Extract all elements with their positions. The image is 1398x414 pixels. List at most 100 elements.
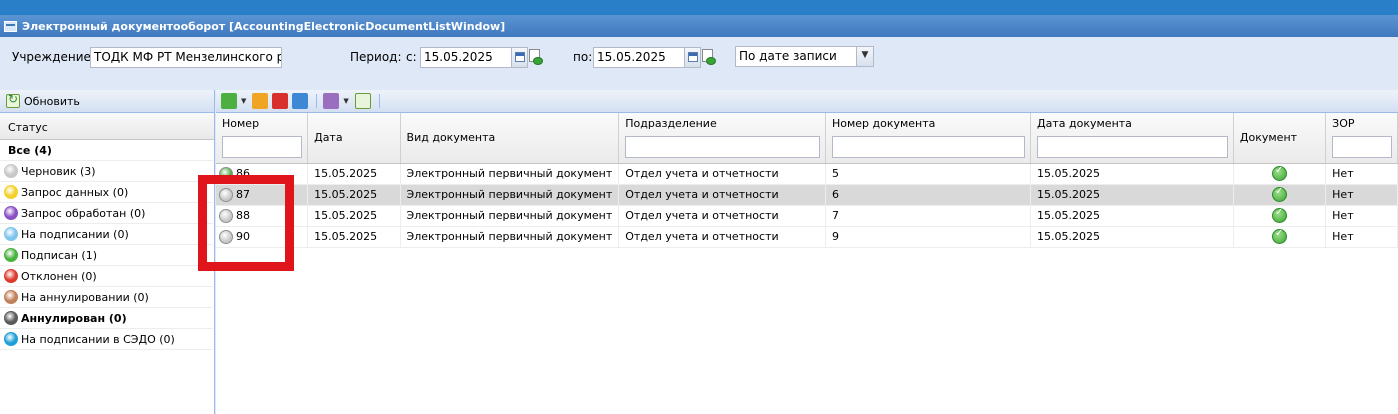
signing-lightblue-icon	[4, 227, 18, 241]
date-from-calendar-button[interactable]	[511, 47, 528, 68]
column-doc-type[interactable]: Вид документа	[400, 113, 620, 164]
column-number[interactable]: Номер	[216, 113, 309, 164]
institution-field[interactable]: ТОДК МФ РТ Мензелинского район	[90, 47, 282, 68]
cell-document	[1233, 205, 1327, 227]
status-list: Черновик (3) Запрос данных (0) Запрос обра…	[0, 161, 214, 350]
edit-icon[interactable]	[252, 93, 269, 109]
table-header-row: Номер Дата Вид документа Подразделение Н…	[216, 113, 1398, 164]
status-item-label: На подписании в СЭДО (0)	[21, 332, 175, 346]
window-icon	[4, 20, 17, 32]
status-item[interactable]: Черновик (3)	[0, 161, 213, 182]
status-item[interactable]: На подписании в СЭДО (0)	[0, 329, 213, 350]
document-check-icon[interactable]	[1272, 186, 1288, 202]
grid-toolbar: ▼ ▼	[216, 90, 1398, 113]
status-panel: Обновить Статус Все (4) Черновик (3) Запр…	[0, 90, 215, 414]
status-item[interactable]: На подписании (0)	[0, 224, 213, 245]
department-filter-input[interactable]	[625, 136, 820, 158]
status-item-label: Отклонен (0)	[21, 269, 97, 283]
status-item-label: Подписан (1)	[21, 248, 98, 262]
document-check-icon[interactable]	[1272, 207, 1288, 223]
signed-green-icon	[4, 248, 18, 262]
request-yellow-icon	[4, 185, 18, 199]
status-item[interactable]: Запрос обработан (0)	[0, 203, 213, 224]
settings-dropdown-icon[interactable]: ▼	[343, 97, 348, 105]
date-from-field[interactable]: 15.05.2025	[420, 47, 512, 68]
date-from-apply-icon[interactable]	[528, 47, 544, 68]
cell-date: 15.05.2025	[307, 184, 401, 206]
period-label: Период:	[350, 50, 402, 64]
cell-doc-number: 7	[825, 205, 1032, 227]
status-item-label: Аннулирован (0)	[21, 311, 127, 325]
filter-bar: Учреждение: ТОДК МФ РТ Мензелинского рай…	[0, 37, 1398, 90]
window-title: Электронный документооборот [AccountingE…	[22, 19, 506, 33]
table-row[interactable]: 86 15.05.2025 Электронный первичный докуме…	[216, 163, 1398, 185]
annulled-darkgray-icon	[4, 311, 18, 325]
sort-select-value: По дате записи	[739, 49, 837, 63]
cell-department: Отдел учета и отчетности	[618, 205, 826, 227]
table-row[interactable]: 90 15.05.2025 Электронный первичный докуме…	[216, 226, 1398, 248]
calendar-icon	[515, 52, 525, 62]
institution-label: Учреждение:	[12, 50, 95, 64]
table-row[interactable]: 87 15.05.2025 Электронный первичный докуме…	[216, 184, 1398, 206]
doc-date-filter-input[interactable]	[1037, 136, 1228, 158]
number-filter-input[interactable]	[222, 136, 303, 158]
cell-doc-date: 15.05.2025	[1030, 184, 1234, 206]
rejected-red-icon	[4, 269, 18, 283]
delete-icon[interactable]	[272, 93, 289, 109]
cell-department: Отдел учета и отчетности	[618, 226, 826, 248]
chevron-down-icon[interactable]: ▼	[856, 47, 873, 66]
cell-document	[1233, 163, 1327, 185]
column-zor[interactable]: ЗОР	[1325, 113, 1398, 164]
cell-department: Отдел учета и отчетности	[618, 184, 826, 206]
toolbar-separator	[378, 94, 380, 108]
zor-filter-input[interactable]	[1332, 136, 1392, 158]
toolbar-separator	[316, 94, 318, 108]
status-item-all[interactable]: Все (4)	[0, 140, 213, 161]
column-document[interactable]: Документ	[1233, 113, 1327, 164]
document-check-icon[interactable]	[1272, 165, 1288, 181]
clock-gray-icon	[4, 164, 18, 178]
processed-purple-icon	[4, 206, 18, 220]
cell-department: Отдел учета и отчетности	[618, 163, 826, 185]
doc-number-filter-input[interactable]	[831, 136, 1026, 158]
cell-zor: Нет	[1325, 184, 1398, 206]
status-item[interactable]: Аннулирован (0)	[0, 308, 213, 329]
date-to-field[interactable]: 15.05.2025	[593, 47, 685, 68]
column-department[interactable]: Подразделение	[618, 113, 826, 164]
document-check-icon[interactable]	[1272, 228, 1288, 244]
date-to-apply-icon[interactable]	[701, 47, 717, 68]
add-icon[interactable]	[221, 93, 237, 109]
refresh-icon[interactable]	[6, 92, 20, 108]
cell-doc-date: 15.05.2025	[1030, 205, 1234, 227]
status-item-label: На подписании (0)	[21, 227, 129, 241]
column-doc-date[interactable]: Дата документа	[1030, 113, 1234, 164]
add-dropdown-icon[interactable]: ▼	[241, 97, 246, 105]
status-item[interactable]: На аннулировании (0)	[0, 287, 213, 308]
column-doc-number[interactable]: Номер документа	[825, 113, 1032, 164]
cell-document	[1233, 226, 1327, 248]
top-strip	[0, 0, 1398, 15]
window-titlebar: Электронный документооборот [AccountingE…	[0, 15, 1398, 37]
date-to-calendar-button[interactable]	[684, 47, 701, 68]
cell-date: 15.05.2025	[307, 163, 401, 185]
cell-doc-type: Электронный первичный документ	[400, 226, 620, 248]
annulling-brown-icon	[4, 290, 18, 304]
table-row[interactable]: 88 15.05.2025 Электронный первичный докуме…	[216, 205, 1398, 227]
status-item[interactable]: Отклонен (0)	[0, 266, 213, 287]
cell-doc-type: Электронный первичный документ	[400, 205, 620, 227]
cell-doc-type: Электронный первичный документ	[400, 163, 620, 185]
status-item-label: На аннулировании (0)	[21, 290, 149, 304]
sort-select[interactable]: По дате записи ▼	[735, 46, 874, 67]
refresh-button[interactable]: Обновить	[24, 95, 80, 108]
status-item[interactable]: Подписан (1)	[0, 245, 213, 266]
copy-icon[interactable]	[292, 93, 309, 109]
status-item-label: Запрос обработан (0)	[21, 206, 146, 220]
documents-table: Номер Дата Вид документа Подразделение Н…	[216, 113, 1398, 248]
status-item[interactable]: Запрос данных (0)	[0, 182, 213, 203]
table-body: 86 15.05.2025 Электронный первичный докуме…	[216, 163, 1398, 248]
refresh-icon[interactable]	[354, 93, 371, 109]
status-header: Статус	[0, 113, 214, 140]
column-date[interactable]: Дата	[307, 113, 401, 164]
cell-doc-type: Электронный первичный документ	[400, 184, 620, 206]
settings-icon[interactable]	[323, 93, 340, 109]
